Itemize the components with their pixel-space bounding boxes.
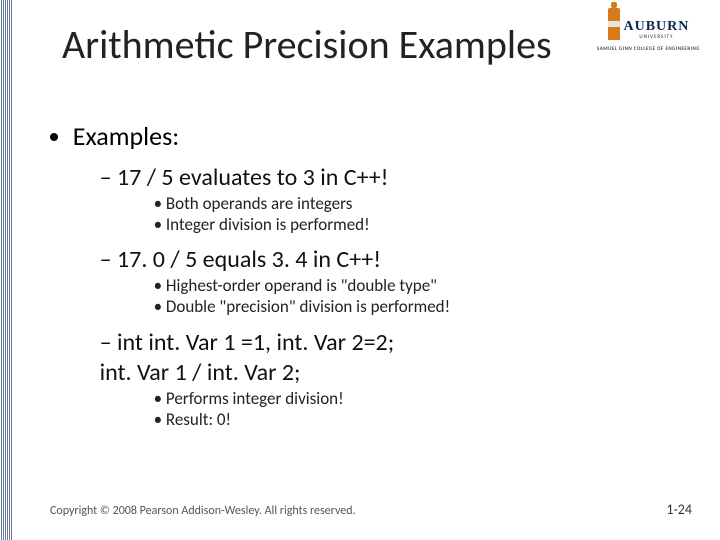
- bullet-level-2: 17 / 5 evaluates to 3 in C++! Both opera…: [73, 163, 450, 431]
- bullet-heading: Examples:: [73, 120, 179, 152]
- tower-icon: [608, 8, 620, 40]
- bullet-level-1: Examples: 17 / 5 evaluates to 3 in C++! …: [42, 120, 450, 430]
- example-2: 17. 0 / 5 equals 3. 4 in C++! Highest-or…: [100, 245, 451, 318]
- example-3-sub-0: Performs integer division!: [154, 388, 451, 409]
- example-2-sub-0: Highest-order operand is "double type": [154, 275, 451, 296]
- example-3-sub: Performs integer division! Result: 0!: [100, 388, 451, 431]
- example-2-sub-1: Double "precision" division is performed…: [154, 296, 451, 317]
- example-1-sub-1: Integer division is performed!: [154, 214, 451, 235]
- logo-college: SAMUEL GINN COLLEGE OF ENGINEERING: [597, 46, 700, 52]
- example-3-head: int int. Var 1 =1, int. Var 2=2;: [117, 328, 394, 357]
- slide-title: Arithmetic Precision Examples: [62, 20, 552, 69]
- footer-copyright: Copyright © 2008 Pearson Addison-Wesley.…: [50, 504, 356, 518]
- slide-edge-decoration: [0, 0, 12, 540]
- logo-name: AUBURN: [624, 19, 690, 35]
- example-3-head2: int. Var 1 / int. Var 2;: [100, 358, 301, 387]
- example-1: 17 / 5 evaluates to 3 in C++! Both opera…: [100, 163, 451, 236]
- slide: Arithmetic Precision Examples AUBURN UNI…: [12, 0, 720, 540]
- auburn-logo: AUBURN UNIVERSITY SAMUEL GINN COLLEGE OF…: [597, 8, 700, 52]
- example-1-head: 17 / 5 evaluates to 3 in C++!: [117, 163, 389, 192]
- example-2-sub: Highest-order operand is "double type" D…: [100, 275, 451, 318]
- example-1-sub: Both operands are integers Integer divis…: [100, 193, 451, 236]
- slide-body: Examples: 17 / 5 evaluates to 3 in C++! …: [42, 120, 450, 434]
- logo-top-row: AUBURN UNIVERSITY: [597, 8, 700, 40]
- example-2-head: 17. 0 / 5 equals 3. 4 in C++!: [117, 245, 381, 274]
- example-1-sub-0: Both operands are integers: [154, 193, 451, 214]
- example-3-sub-1: Result: 0!: [154, 409, 451, 430]
- example-3: int int. Var 1 =1, int. Var 2=2; int. Va…: [100, 328, 451, 431]
- footer-page-number: 1-24: [666, 501, 692, 518]
- bullet-examples: Examples: 17 / 5 evaluates to 3 in C++! …: [73, 120, 450, 430]
- logo-text-block: AUBURN UNIVERSITY: [624, 19, 690, 40]
